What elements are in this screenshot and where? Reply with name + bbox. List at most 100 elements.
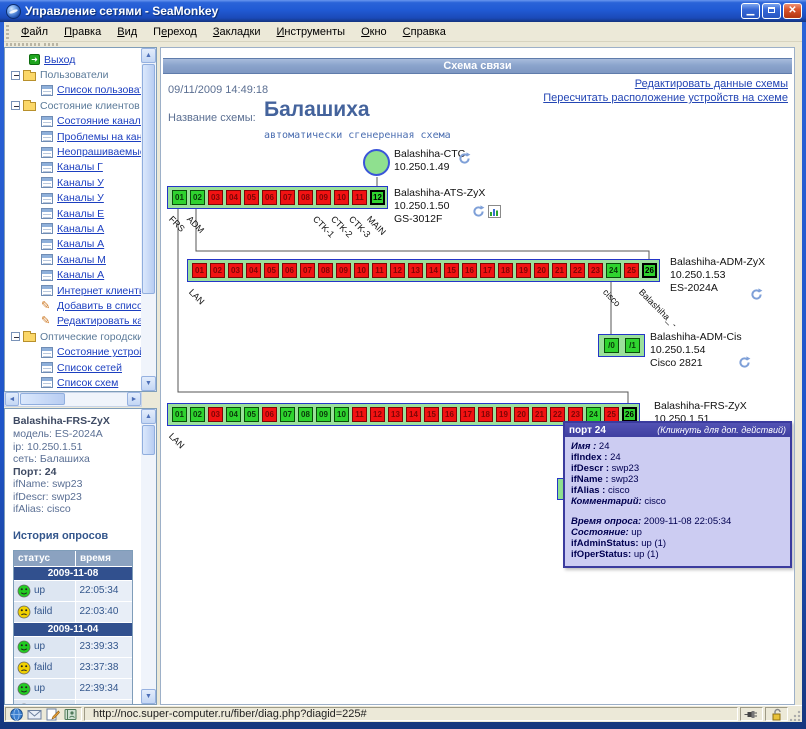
port-adm-04[interactable]: 04 — [246, 263, 261, 278]
port-frs-26[interactable]: 26 — [622, 407, 637, 422]
scroll-down-arrow[interactable]: ▼ — [141, 689, 156, 704]
port-ats-08[interactable]: 08 — [298, 190, 313, 205]
port-frs-04[interactable]: 04 — [226, 407, 241, 422]
port-adm-15[interactable]: 15 — [444, 263, 459, 278]
port-adm-21[interactable]: 21 — [552, 263, 567, 278]
port-adm-01[interactable]: 01 — [192, 263, 207, 278]
menu-item[interactable]: Окно — [353, 24, 395, 40]
maximize-button[interactable] — [762, 3, 781, 19]
expander-icon[interactable] — [11, 332, 20, 341]
scroll-thumb[interactable] — [20, 393, 65, 405]
port-frs-01[interactable]: 01 — [172, 407, 187, 422]
scroll-thumb[interactable] — [142, 64, 155, 294]
port-frs-23[interactable]: 23 — [568, 407, 583, 422]
composer-icon[interactable] — [45, 708, 60, 721]
port-frs-14[interactable]: 14 — [406, 407, 421, 422]
port-ats-03[interactable]: 03 — [208, 190, 223, 205]
expander-icon[interactable] — [11, 101, 20, 110]
port-adm-22[interactable]: 22 — [570, 263, 585, 278]
toolbar-grippy[interactable] — [6, 43, 40, 46]
port-frs-25[interactable]: 25 — [604, 407, 619, 422]
tree-item[interactable]: Неопрашиваемые к — [5, 144, 156, 159]
port-adm-03[interactable]: 03 — [228, 263, 243, 278]
menu-item[interactable]: Вид — [109, 24, 145, 40]
port-ats-04[interactable]: 04 — [226, 190, 241, 205]
port-adm-06[interactable]: 06 — [282, 263, 297, 278]
port-frs-02[interactable]: 02 — [190, 407, 205, 422]
port-ats-11[interactable]: 11 — [352, 190, 367, 205]
port-adm-08[interactable]: 08 — [318, 263, 333, 278]
port-adm-07[interactable]: 07 — [300, 263, 315, 278]
port-frs-20[interactable]: 20 — [514, 407, 529, 422]
title-bar[interactable]: Управление сетями - SeaMonkey ▁ ✕ — [0, 0, 806, 22]
tree-item[interactable]: Список пользовател — [5, 83, 156, 98]
mail-icon[interactable] — [27, 708, 42, 721]
port-frs-19[interactable]: 19 — [496, 407, 511, 422]
port-adm-16[interactable]: 16 — [462, 263, 477, 278]
port-adm-13[interactable]: 13 — [408, 263, 423, 278]
scroll-up-arrow[interactable]: ▲ — [141, 409, 156, 424]
port-adm-23[interactable]: 23 — [588, 263, 603, 278]
menu-item[interactable]: Инструменты — [268, 24, 353, 40]
tree-item[interactable]: Добавить в список к — [5, 298, 156, 313]
tree-item[interactable]: Интернет клиенты — [5, 283, 156, 298]
online-status[interactable] — [740, 707, 763, 721]
scroll-thumb[interactable] — [142, 425, 155, 455]
refresh-icon[interactable] — [458, 152, 471, 165]
port-frs-05[interactable]: 05 — [244, 407, 259, 422]
port-ats-02[interactable]: 02 — [190, 190, 205, 205]
tree-item[interactable]: Список схем — [5, 375, 156, 390]
scroll-left-arrow[interactable]: ◄ — [5, 392, 19, 406]
navigator-icon[interactable] — [9, 708, 24, 721]
menu-grippy[interactable] — [6, 25, 9, 39]
port-ats-05[interactable]: 05 — [244, 190, 259, 205]
port-adm-26[interactable]: 26 — [642, 263, 657, 278]
scroll-right-arrow[interactable]: ► — [127, 392, 141, 406]
tree-item[interactable]: Каналы А — [5, 267, 156, 282]
port-frs-22[interactable]: 22 — [550, 407, 565, 422]
port-frs-07[interactable]: 07 — [280, 407, 295, 422]
port-frs-09[interactable]: 09 — [316, 407, 331, 422]
port-frs-11[interactable]: 11 — [352, 407, 367, 422]
port-frs-06[interactable]: 06 — [262, 407, 277, 422]
port-frs-03[interactable]: 03 — [208, 407, 223, 422]
menu-item[interactable]: Правка — [56, 24, 109, 40]
port-ats-01[interactable]: 01 — [172, 190, 187, 205]
port-adm-05[interactable]: 05 — [264, 263, 279, 278]
port-adm-02[interactable]: 02 — [210, 263, 225, 278]
port-adm-19[interactable]: 19 — [516, 263, 531, 278]
graph-icon[interactable] — [488, 205, 501, 218]
tree-item[interactable]: Каналы У — [5, 175, 156, 190]
port-adm-09[interactable]: 09 — [336, 263, 351, 278]
port-adm-25[interactable]: 25 — [624, 263, 639, 278]
tree-item[interactable]: Каналы Г — [5, 160, 156, 175]
port-frs-10[interactable]: 10 — [334, 407, 349, 422]
tree-item[interactable]: Редактировать кана — [5, 314, 156, 329]
port-frs-16[interactable]: 16 — [442, 407, 457, 422]
toolbar-grippy[interactable] — [44, 43, 58, 46]
tree-item[interactable]: Список сетей — [5, 360, 156, 375]
menu-item[interactable]: Закладки — [205, 24, 269, 40]
tree-item[interactable]: Каналы У — [5, 191, 156, 206]
tree-scrollbar-vertical[interactable]: ▲ ▼ — [141, 48, 156, 391]
port-frs-12[interactable]: 12 — [370, 407, 385, 422]
port-cis-0[interactable]: /0 — [604, 338, 619, 353]
tree-item[interactable]: Каналы Е — [5, 206, 156, 221]
scroll-down-arrow[interactable]: ▼ — [141, 376, 156, 391]
port-ats-12[interactable]: 12 — [370, 190, 385, 205]
tree-item[interactable]: Каналы А — [5, 237, 156, 252]
minimize-button[interactable]: ▁ — [741, 3, 760, 19]
port-adm-11[interactable]: 11 — [372, 263, 387, 278]
resize-grip[interactable] — [789, 706, 802, 722]
port-ats-09[interactable]: 09 — [316, 190, 331, 205]
port-ats-07[interactable]: 07 — [280, 190, 295, 205]
port-ats-06[interactable]: 06 — [262, 190, 277, 205]
port-frs-18[interactable]: 18 — [478, 407, 493, 422]
tree-item[interactable]: Выход — [5, 52, 156, 67]
port-frs-24[interactable]: 24 — [586, 407, 601, 422]
port-cis-1[interactable]: /1 — [625, 338, 640, 353]
tree-item[interactable]: Состояние устройст — [5, 344, 156, 359]
close-button[interactable]: ✕ — [783, 3, 802, 19]
port-frs-13[interactable]: 13 — [388, 407, 403, 422]
port-tooltip[interactable]: порт 24 (Кликнуть для доп. действий) Имя… — [563, 421, 792, 568]
